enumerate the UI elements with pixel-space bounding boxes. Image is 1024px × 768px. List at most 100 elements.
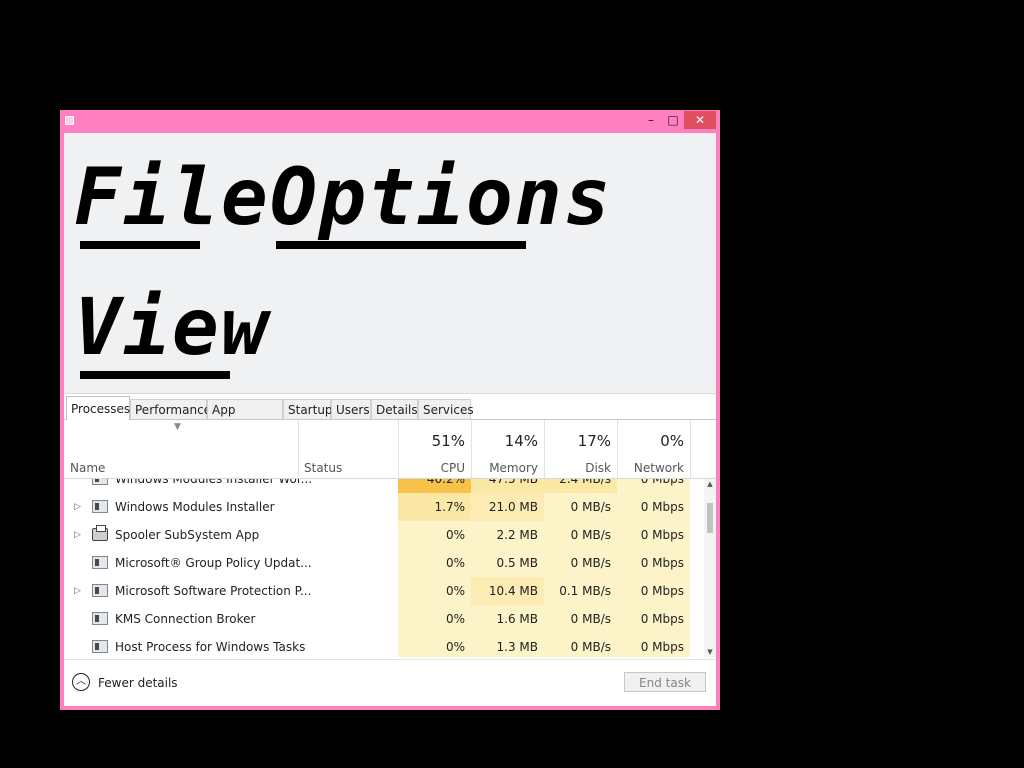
column-headers: ▼ Name Status 51% CPU 14% Memory 17% Dis…	[64, 420, 716, 479]
printer-icon	[92, 525, 108, 541]
process-network: 0 Mbps	[640, 528, 684, 542]
table-row[interactable]: Windows Modules Installer Wor... 40.2% 4…	[64, 479, 702, 493]
process-disk: 0 MB/s	[570, 500, 611, 514]
sort-arrow-icon: ▼	[174, 422, 181, 432]
process-memory: 1.6 MB	[496, 612, 538, 626]
process-network: 0 Mbps	[640, 612, 684, 626]
table-row[interactable]: Host Process for Windows Tasks 0% 1.3 MB…	[64, 633, 702, 657]
menu-bar: File Options View	[64, 133, 716, 394]
tab-app-history[interactable]: App history	[207, 399, 283, 437]
disk-total-percent: 17%	[577, 432, 611, 450]
process-disk: 0 MB/s	[570, 528, 611, 542]
process-memory: 1.3 MB	[496, 640, 538, 654]
menu-options-label: Options	[270, 153, 613, 243]
tab-details[interactable]: Details	[371, 399, 418, 419]
table-row[interactable]: KMS Connection Broker 0% 1.6 MB 0 MB/s 0…	[64, 605, 702, 633]
column-header-name[interactable]: ▼ Name	[64, 420, 299, 478]
column-cpu-label: CPU	[440, 461, 465, 475]
title-bar[interactable]: – □ ✕	[60, 110, 720, 132]
expand-chevron-icon[interactable]: ▷	[74, 521, 81, 549]
process-cpu: 0%	[445, 640, 465, 654]
scroll-down-arrow-icon[interactable]: ▼	[704, 647, 716, 657]
process-name: KMS Connection Broker	[115, 612, 256, 626]
column-network-label: Network	[633, 461, 684, 475]
tab-processes[interactable]: Processes	[66, 396, 130, 420]
process-name: Windows Modules Installer Wor...	[115, 479, 313, 486]
process-network: 0 Mbps	[640, 640, 684, 654]
process-disk: 0 MB/s	[570, 640, 611, 654]
process-network: 0 Mbps	[640, 500, 684, 514]
tab-startup[interactable]: Startup	[283, 399, 333, 419]
column-disk-label: Disk	[585, 461, 611, 475]
process-memory: 47.5 MB	[488, 479, 538, 486]
tab-users[interactable]: Users	[331, 399, 371, 419]
process-cpu: 1.7%	[434, 500, 466, 514]
process-disk: 0.1 MB/s	[559, 584, 611, 598]
scrollbar-thumb[interactable]	[707, 503, 713, 533]
column-header-network[interactable]: 0% Network	[617, 420, 691, 478]
tab-strip: Processes Performance App history Startu…	[64, 395, 716, 437]
table-row[interactable]: Microsoft® Group Policy Updat... 0% 0.5 …	[64, 549, 702, 577]
process-memory: 10.4 MB	[488, 584, 538, 598]
menu-file-underline	[80, 241, 200, 249]
process-name: Microsoft® Group Policy Updat...	[115, 556, 312, 570]
tab-performance[interactable]: Performance	[130, 399, 211, 419]
column-status-label: Status	[304, 461, 343, 475]
process-name: Spooler SubSystem App	[115, 528, 260, 542]
app-icon	[92, 500, 108, 513]
scroll-up-arrow-icon[interactable]: ▲	[704, 479, 716, 489]
process-name: Windows Modules Installer	[115, 500, 275, 514]
menu-options-underline	[276, 241, 526, 249]
expand-chevron-icon[interactable]: ▷	[74, 577, 81, 605]
fewer-details-label: Fewer details	[98, 676, 178, 690]
menu-view[interactable]: View	[74, 289, 270, 379]
column-header-memory[interactable]: 14% Memory	[471, 420, 545, 478]
process-memory: 21.0 MB	[488, 500, 538, 514]
app-icon	[92, 612, 108, 625]
table-row[interactable]: ▷ Spooler SubSystem App 0% 2.2 MB 0 MB/s…	[64, 521, 702, 549]
maximize-button[interactable]: □	[662, 111, 684, 129]
memory-total-percent: 14%	[504, 432, 538, 450]
process-network: 0 Mbps	[640, 584, 684, 598]
app-icon	[92, 556, 108, 569]
table-row[interactable]: ▷ Windows Modules Installer 1.7% 21.0 MB…	[64, 493, 702, 521]
tab-services[interactable]: Services	[418, 399, 474, 419]
end-task-button[interactable]: End task	[624, 672, 706, 692]
process-disk: 2.4 MB/s	[559, 479, 611, 486]
process-cpu: 0%	[445, 584, 465, 598]
close-button[interactable]: ✕	[684, 111, 716, 129]
app-icon	[92, 640, 108, 653]
minimize-button[interactable]: –	[640, 111, 662, 129]
column-header-status[interactable]: Status	[298, 420, 399, 478]
vertical-scrollbar[interactable]: ▲ ▼	[704, 479, 716, 657]
network-total-percent: 0%	[660, 432, 684, 450]
chevron-up-circle-icon: ︿	[72, 673, 90, 691]
process-network: 0 Mbps	[640, 479, 684, 486]
process-disk: 0 MB/s	[570, 612, 611, 626]
app-icon	[65, 116, 74, 125]
process-network: 0 Mbps	[640, 556, 684, 570]
app-icon	[92, 479, 108, 485]
process-list: Windows Modules Installer Wor... 40.2% 4…	[64, 479, 702, 657]
column-header-disk[interactable]: 17% Disk	[544, 420, 618, 478]
process-cpu: 0%	[445, 528, 465, 542]
expand-chevron-icon[interactable]: ▷	[74, 493, 81, 521]
cpu-total-percent: 51%	[431, 432, 465, 450]
process-disk: 0 MB/s	[570, 556, 611, 570]
menu-file[interactable]: File	[74, 159, 270, 249]
column-header-cpu[interactable]: 51% CPU	[398, 420, 472, 478]
column-name-label: Name	[70, 461, 106, 475]
column-memory-label: Memory	[489, 461, 538, 475]
table-row[interactable]: ▷ Microsoft Software Protection P... 0% …	[64, 577, 702, 605]
menu-file-label: File	[74, 153, 270, 243]
process-name: Microsoft Software Protection P...	[115, 584, 312, 598]
task-manager-window: – □ ✕ File Options View Processes Perfor…	[60, 110, 720, 710]
menu-view-underline	[80, 371, 230, 379]
process-cpu: 0%	[445, 612, 465, 626]
footer-bar: ︿ Fewer details End task	[64, 659, 716, 706]
process-name: Host Process for Windows Tasks	[115, 640, 306, 654]
window-client: File Options View Processes Performance …	[64, 133, 716, 706]
menu-options[interactable]: Options	[270, 159, 613, 249]
process-memory: 2.2 MB	[496, 528, 538, 542]
process-cpu: 0%	[445, 556, 465, 570]
